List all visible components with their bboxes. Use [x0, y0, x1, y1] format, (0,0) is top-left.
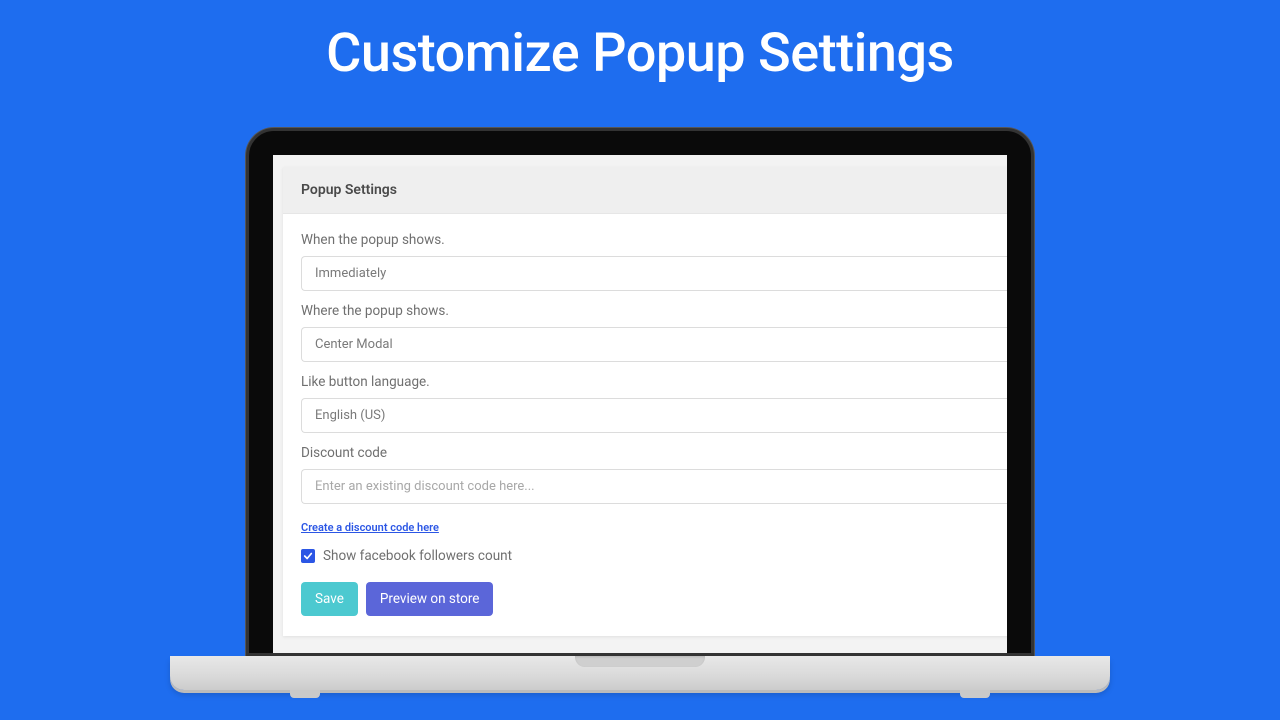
link-create-discount[interactable]: Create a discount code here	[301, 521, 439, 534]
card-body: When the popup shows. Immediately Where …	[283, 214, 1007, 636]
laptop-bezel: Popup Settings When the popup shows. Imm…	[246, 128, 1034, 656]
preview-button[interactable]: Preview on store	[366, 582, 494, 616]
save-button[interactable]: Save	[301, 582, 358, 616]
field-where: Where the popup shows. Center Modal	[301, 303, 1007, 362]
card-header-title: Popup Settings	[301, 182, 1007, 198]
input-discount-code[interactable]	[301, 469, 1007, 504]
field-when: When the popup shows. Immediately	[301, 232, 1007, 291]
label-discount: Discount code	[301, 445, 1007, 461]
laptop-notch	[575, 656, 705, 667]
card-header: Popup Settings	[283, 167, 1007, 214]
popup-settings-card: Popup Settings When the popup shows. Imm…	[283, 167, 1007, 636]
button-row: Save Preview on store	[301, 582, 1007, 616]
laptop-base	[170, 656, 1110, 690]
checkbox-label-followers: Show facebook followers count	[323, 548, 512, 564]
select-where[interactable]: Center Modal	[301, 327, 1007, 362]
check-icon	[303, 551, 313, 561]
field-language: Like button language. English (US)	[301, 374, 1007, 433]
checkbox-followers[interactable]	[301, 549, 315, 563]
page-title: Customize Popup Settings	[0, 0, 1280, 109]
select-language[interactable]: English (US)	[301, 398, 1007, 433]
checkbox-row-followers: Show facebook followers count	[301, 548, 1007, 564]
laptop-foot	[290, 690, 320, 698]
select-when[interactable]: Immediately	[301, 256, 1007, 291]
label-language: Like button language.	[301, 374, 1007, 390]
laptop-screen: Popup Settings When the popup shows. Imm…	[273, 155, 1007, 653]
label-where: Where the popup shows.	[301, 303, 1007, 319]
field-discount: Discount code	[301, 445, 1007, 504]
laptop-frame: Popup Settings When the popup shows. Imm…	[246, 128, 1034, 690]
label-when: When the popup shows.	[301, 232, 1007, 248]
laptop-foot	[960, 690, 990, 698]
